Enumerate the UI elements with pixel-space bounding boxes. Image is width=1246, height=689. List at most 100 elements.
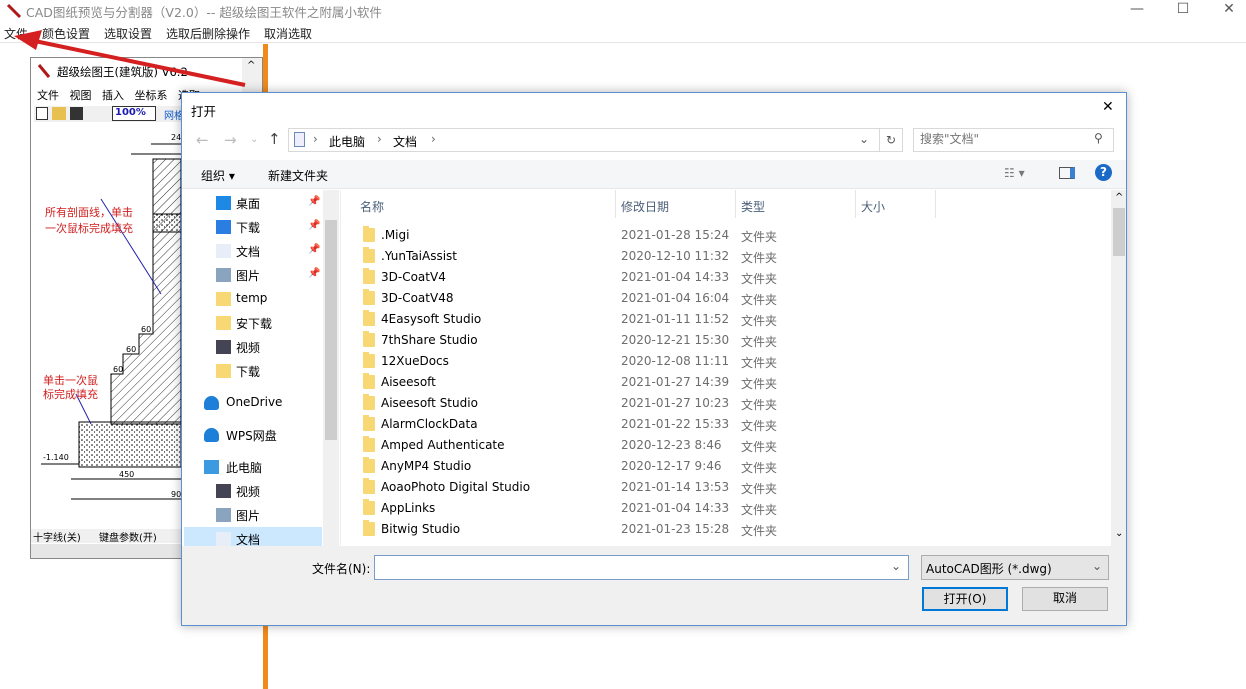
folder-icon	[363, 310, 375, 326]
file-row[interactable]: 4Easysoft Studio 2021-01-11 11:52 文件夹	[341, 309, 1111, 330]
folder-icon	[363, 415, 375, 431]
chevron-down-icon: ⌄	[1092, 559, 1103, 573]
close-button[interactable]: ✕	[1206, 0, 1246, 22]
file-type: 文件夹	[741, 356, 778, 370]
nav-item[interactable]: OneDrive	[184, 391, 322, 415]
recent-locations-icon[interactable]: ⌄	[250, 134, 258, 145]
dialog-close-button[interactable]: ✕	[1102, 99, 1114, 115]
nav-item[interactable]: 安下载	[184, 311, 322, 335]
nav-item-label: 安下载	[236, 317, 273, 331]
search-input[interactable]	[920, 132, 1080, 146]
nav-item[interactable]: 图片	[184, 503, 322, 527]
view-options-icon[interactable]: ☷ ▾	[1004, 166, 1025, 180]
menu-delete-after-selection[interactable]: 选取后删除操作	[166, 25, 250, 42]
file-row[interactable]: Aiseesoft Studio 2021-01-27 10:23 文件夹	[341, 393, 1111, 414]
file-row[interactable]: 3D-CoatV4 2021-01-04 14:33 文件夹	[341, 267, 1111, 288]
new-folder-button[interactable]: 新建文件夹	[268, 167, 328, 184]
preview-pane-icon[interactable]	[1059, 167, 1075, 179]
dim-label: 60	[113, 365, 123, 374]
file-type: 文件夹	[741, 230, 778, 244]
search-icon: ⚲	[1094, 131, 1103, 145]
file-row[interactable]: AnyMP4 Studio 2020-12-17 9:46 文件夹	[341, 456, 1111, 477]
file-row[interactable]: 12XueDocs 2020-12-08 11:11 文件夹	[341, 351, 1111, 372]
nav-item[interactable]: 桌面 📌	[184, 191, 322, 215]
file-row[interactable]: 3D-CoatV48 2021-01-04 16:04 文件夹	[341, 288, 1111, 309]
column-name[interactable]: 名称	[360, 198, 384, 215]
file-type-select[interactable]: AutoCAD图形 (*.dwg) ⌄	[921, 555, 1109, 580]
cancel-button[interactable]: 取消	[1022, 587, 1108, 611]
menu-color-settings[interactable]: 颜色设置	[42, 25, 90, 42]
address-bar[interactable]: › 此电脑 › 文档 › ⌄	[288, 128, 880, 152]
file-name: 12XueDocs	[381, 354, 449, 368]
pin-icon[interactable]: 📌	[308, 244, 320, 255]
file-list-scrollbar[interactable]: ^ ⌄	[1111, 190, 1126, 546]
refresh-button[interactable]: ↻	[879, 128, 903, 152]
nav-item[interactable]: WPS网盘	[184, 423, 322, 447]
nav-item[interactable]: 文档	[184, 527, 322, 546]
file-row[interactable]: Aiseesoft 2021-01-27 14:39 文件夹	[341, 372, 1111, 393]
dim-label: 60	[126, 345, 136, 354]
nav-item[interactable]: 下载	[184, 359, 322, 383]
preview-menu-insert: 插入	[102, 89, 124, 102]
back-button[interactable]: ←	[196, 131, 209, 149]
pin-icon[interactable]: 📌	[308, 220, 320, 231]
filename-dropdown-icon[interactable]: ⌄	[891, 559, 901, 573]
nav-item[interactable]: 此电脑	[184, 455, 322, 479]
pin-icon[interactable]: 📌	[308, 196, 320, 207]
save-icon	[70, 107, 83, 120]
file-row[interactable]: .YunTaiAssist 2020-12-10 11:32 文件夹	[341, 246, 1111, 267]
minimize-button[interactable]: —	[1114, 0, 1160, 22]
preview-title: 超级绘图王(建筑版) V6.2	[57, 65, 188, 79]
up-button[interactable]: ↑	[268, 130, 281, 148]
file-list-scrollbar-thumb[interactable]	[1113, 208, 1125, 256]
filename-input[interactable]	[378, 559, 878, 574]
menu-selection-settings[interactable]: 选取设置	[104, 25, 152, 42]
maximize-button[interactable]: ☐	[1160, 0, 1206, 22]
file-name: 7thShare Studio	[381, 333, 478, 347]
column-size[interactable]: 大小	[861, 198, 885, 215]
help-icon[interactable]: ?	[1095, 164, 1112, 181]
nav-item[interactable]: 下载 📌	[184, 215, 322, 239]
file-row[interactable]: Bitwig Studio 2021-01-23 15:28 文件夹	[341, 519, 1111, 540]
column-date[interactable]: 修改日期	[621, 198, 669, 215]
nav-scrollbar[interactable]	[323, 190, 339, 546]
folder-icon	[363, 520, 375, 536]
nav-item[interactable]: 文档 📌	[184, 239, 322, 263]
open-button[interactable]: 打开(O)	[922, 587, 1008, 611]
search-box[interactable]: ⚲	[913, 128, 1114, 152]
file-row[interactable]: AoaoPhoto Digital Studio 2021-01-14 13:53…	[341, 477, 1111, 498]
nav-item-label: 视频	[236, 485, 261, 499]
filename-field[interactable]: ⌄	[374, 555, 909, 580]
file-row[interactable]: AppLinks 2021-01-04 14:33 文件夹	[341, 498, 1111, 519]
dim-label: 60	[141, 325, 151, 334]
annotation-text: 标完成填充	[43, 388, 98, 401]
file-date: 2021-01-04 14:33	[621, 270, 730, 284]
file-row[interactable]: Amped Authenticate 2020-12-23 8:46 文件夹	[341, 435, 1111, 456]
file-date: 2021-01-28 15:24	[621, 228, 730, 242]
nav-item[interactable]: 图片 📌	[184, 263, 322, 287]
file-date: 2021-01-11 11:52	[621, 312, 730, 326]
nav-item-label: 下载	[236, 221, 261, 235]
nav-scrollbar-thumb[interactable]	[325, 220, 337, 440]
file-name: 3D-CoatV48	[381, 291, 454, 305]
nav-item[interactable]: 视频	[184, 479, 322, 503]
forward-button[interactable]: →	[224, 131, 237, 149]
file-row[interactable]: .Migi 2021-01-28 15:24 文件夹	[341, 225, 1111, 246]
cloud-icon	[204, 396, 219, 410]
pin-icon[interactable]: 📌	[308, 268, 320, 279]
organize-button[interactable]: 组织 ▾	[201, 167, 235, 184]
nav-item[interactable]: temp	[184, 287, 322, 311]
breadcrumb-this-pc[interactable]: 此电脑	[329, 133, 365, 150]
command-bar: 组织 ▾ 新建文件夹 ☷ ▾ ?	[182, 160, 1126, 189]
menu-cancel-selection[interactable]: 取消选取	[264, 25, 312, 42]
breadcrumb-documents[interactable]: 文档	[393, 133, 417, 150]
nav-item[interactable]: 视频	[184, 335, 322, 359]
elevation-label: -1.140	[43, 453, 69, 462]
file-row[interactable]: AlarmClockData 2021-01-22 15:33 文件夹	[341, 414, 1111, 435]
column-type[interactable]: 类型	[741, 198, 765, 215]
file-name: Aiseesoft	[381, 375, 436, 389]
window-title: CAD图纸预览与分割器（V2.0）-- 超级绘图王软件之附属小软件	[26, 5, 382, 20]
file-row[interactable]: 7thShare Studio 2020-12-21 15:30 文件夹	[341, 330, 1111, 351]
menu-file[interactable]: 文件	[4, 25, 28, 42]
address-dropdown-icon[interactable]: ⌄	[859, 132, 869, 146]
